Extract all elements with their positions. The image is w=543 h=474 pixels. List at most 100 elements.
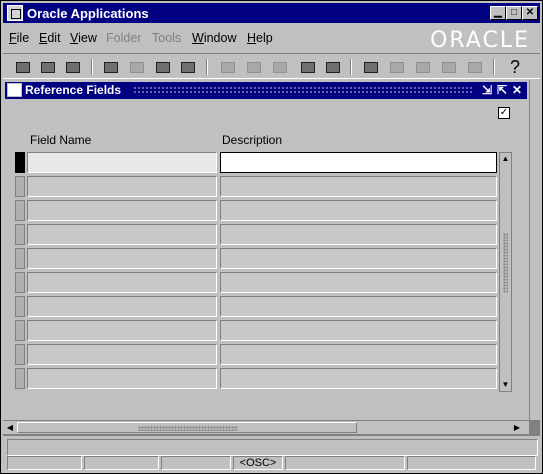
- row-selector[interactable]: [15, 200, 25, 221]
- field-name-cell[interactable]: [27, 224, 217, 245]
- row-selector[interactable]: [15, 176, 25, 197]
- field-name-cell[interactable]: [27, 248, 217, 269]
- copy-icon[interactable]: [244, 57, 264, 77]
- row-selector[interactable]: [15, 152, 25, 173]
- description-cell[interactable]: [220, 248, 497, 269]
- menu-bar: File Edit View Folder Tools Window Help …: [3, 27, 540, 53]
- toolbar-separator: [493, 59, 495, 75]
- table-row: [15, 319, 497, 343]
- cut-icon[interactable]: [218, 57, 238, 77]
- mdi-workspace: Reference Fields ⇲ ⇱ ✕ ✓ Field Name Desc…: [3, 80, 540, 436]
- description-cell[interactable]: [220, 344, 497, 365]
- oracle-applications-window: Oracle Applications ▁ □ ✕ File Edit View…: [0, 0, 543, 474]
- status-segment: [161, 456, 231, 470]
- field-name-cell[interactable]: [27, 368, 217, 389]
- minimize-button[interactable]: ▁: [490, 6, 506, 20]
- message-line: [7, 439, 538, 456]
- records-vertical-scrollbar[interactable]: ▲ ▼: [499, 152, 512, 392]
- attachments-icon[interactable]: [439, 57, 459, 77]
- scroll-left-icon[interactable]: ◀: [4, 422, 16, 434]
- field-name-cell[interactable]: [27, 200, 217, 221]
- field-name-cell[interactable]: [27, 152, 217, 173]
- form-maximize-button[interactable]: ⇱: [497, 83, 507, 97]
- menu-window[interactable]: Window: [192, 31, 236, 45]
- menu-edit[interactable]: Edit: [39, 31, 61, 45]
- row-selector[interactable]: [15, 368, 25, 389]
- row-selector[interactable]: [15, 344, 25, 365]
- form-titlebar[interactable]: Reference Fields ⇲ ⇱ ✕: [5, 82, 527, 99]
- print-icon[interactable]: [153, 57, 173, 77]
- row-selector[interactable]: [15, 320, 25, 341]
- table-row: [15, 199, 497, 223]
- field-name-cell[interactable]: [27, 176, 217, 197]
- close-form-icon[interactable]: [178, 57, 198, 77]
- close-button[interactable]: ✕: [522, 6, 538, 20]
- table-row: [15, 343, 497, 367]
- scroll-right-icon[interactable]: ▶: [511, 422, 523, 434]
- menu-help[interactable]: Help: [247, 31, 273, 45]
- status-segment: [285, 456, 405, 470]
- horizontal-scroll-thumb[interactable]: [17, 422, 357, 433]
- scroll-down-icon[interactable]: ▼: [500, 379, 511, 391]
- menu-tools[interactable]: Tools: [152, 31, 181, 45]
- reference-fields-form: Reference Fields ⇲ ⇱ ✕ ✓ Field Name Desc…: [3, 80, 529, 420]
- folder-tools-icon[interactable]: [465, 57, 485, 77]
- description-cell[interactable]: [220, 368, 497, 389]
- form-close-button[interactable]: ✕: [512, 83, 522, 97]
- field-name-cell[interactable]: [27, 272, 217, 293]
- maximize-button[interactable]: □: [506, 6, 522, 20]
- scroll-up-icon[interactable]: ▲: [500, 153, 511, 165]
- table-row: [15, 151, 497, 175]
- navigator-icon[interactable]: [63, 57, 83, 77]
- save-icon[interactable]: [101, 57, 121, 77]
- table-row: [15, 247, 497, 271]
- table-row: [15, 223, 497, 247]
- status-bar: <OSC>: [7, 456, 538, 472]
- toolbar-separator: [350, 59, 352, 75]
- find-icon[interactable]: [38, 57, 58, 77]
- status-osc-indicator: <OSC>: [233, 456, 283, 470]
- new-record-icon[interactable]: [13, 57, 33, 77]
- form-icon[interactable]: [7, 83, 22, 97]
- description-cell[interactable]: [220, 296, 497, 317]
- menu-folder[interactable]: Folder: [106, 31, 141, 45]
- field-name-cell[interactable]: [27, 296, 217, 317]
- zoom-icon[interactable]: [387, 57, 407, 77]
- app-icon[interactable]: [7, 5, 23, 21]
- description-cell[interactable]: [220, 200, 497, 221]
- field-name-cell[interactable]: [27, 320, 217, 341]
- toolbar: ?: [3, 53, 540, 79]
- status-segment: [407, 456, 536, 470]
- workspace-vertical-scrollbar[interactable]: [529, 80, 540, 420]
- row-selector[interactable]: [15, 296, 25, 317]
- description-cell[interactable]: [220, 176, 497, 197]
- table-row: [15, 271, 497, 295]
- record-checkbox[interactable]: ✓: [498, 107, 510, 119]
- paste-icon[interactable]: [270, 57, 290, 77]
- menu-view[interactable]: View: [70, 31, 97, 45]
- next-step-icon[interactable]: [127, 57, 147, 77]
- window-titlebar[interactable]: Oracle Applications ▁ □ ✕: [3, 3, 540, 23]
- menu-file[interactable]: File: [9, 31, 29, 45]
- translations-icon[interactable]: [413, 57, 433, 77]
- window-title: Oracle Applications: [27, 6, 149, 21]
- table-row: [15, 367, 497, 391]
- workspace-horizontal-scrollbar[interactable]: ◀ ▶: [3, 420, 529, 434]
- description-cell[interactable]: [220, 152, 497, 173]
- description-cell[interactable]: [220, 272, 497, 293]
- row-selector[interactable]: [15, 272, 25, 293]
- toolbar-separator: [206, 59, 208, 75]
- description-cell[interactable]: [220, 320, 497, 341]
- scroll-thumb[interactable]: [503, 233, 508, 293]
- delete-icon[interactable]: [323, 57, 343, 77]
- description-cell[interactable]: [220, 224, 497, 245]
- status-segment: [7, 456, 82, 470]
- field-name-cell[interactable]: [27, 344, 217, 365]
- row-selector[interactable]: [15, 224, 25, 245]
- form-minimize-button[interactable]: ⇲: [482, 83, 492, 97]
- row-selector[interactable]: [15, 248, 25, 269]
- new-icon[interactable]: [298, 57, 318, 77]
- help-icon[interactable]: ?: [505, 57, 525, 77]
- edit-field-icon[interactable]: [361, 57, 381, 77]
- column-header-field-name: Field Name: [30, 133, 92, 147]
